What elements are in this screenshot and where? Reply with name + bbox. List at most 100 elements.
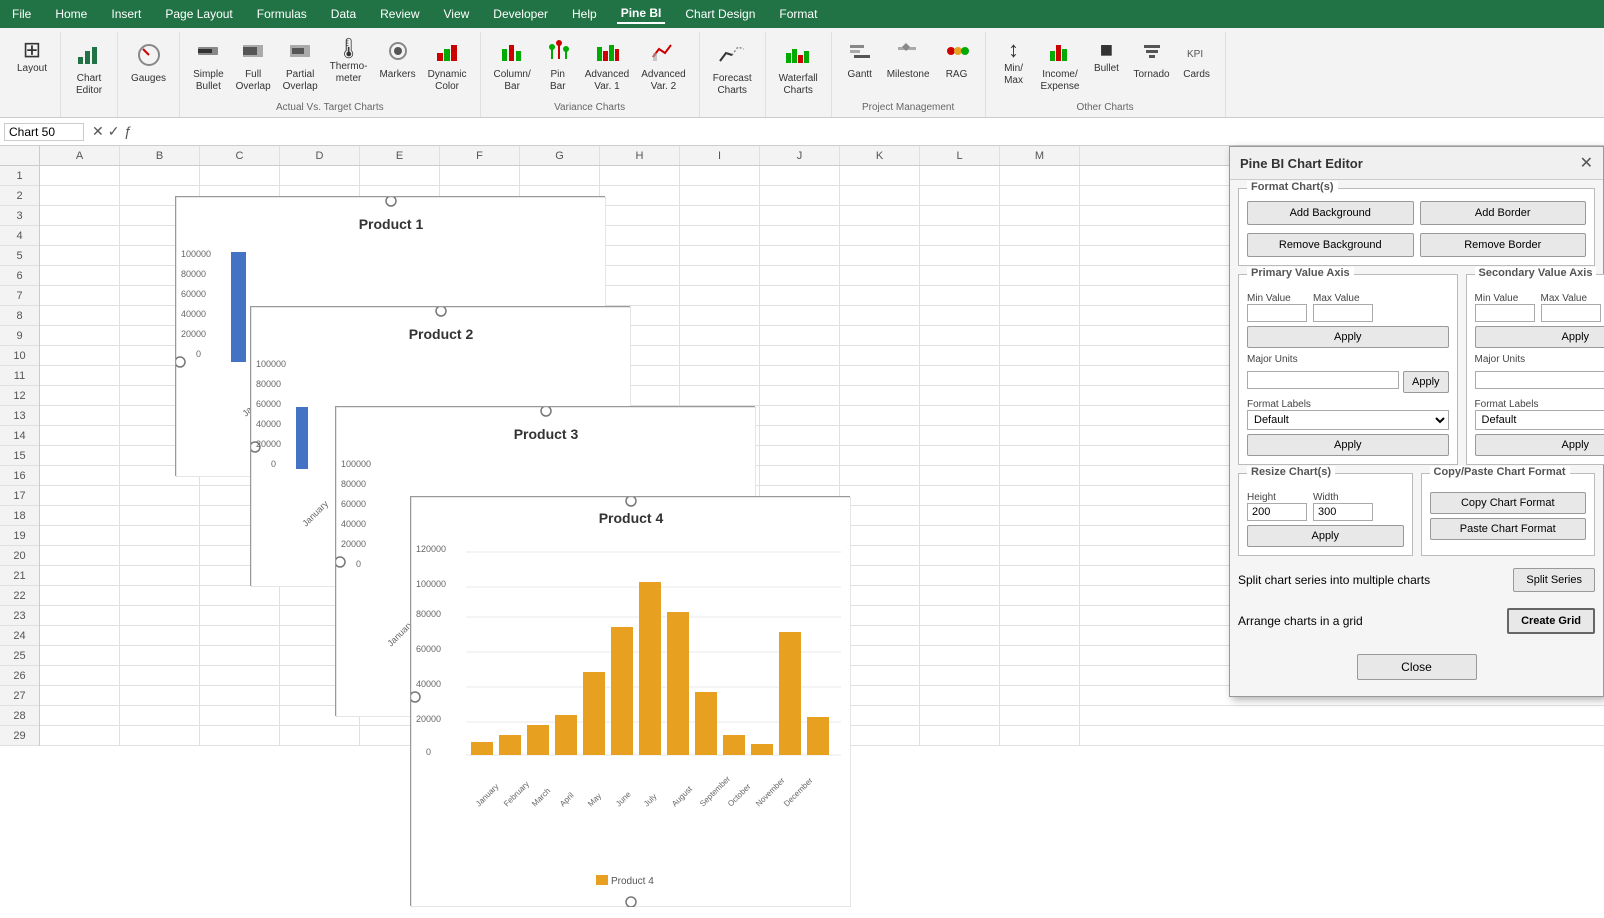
width-input[interactable]: 300 [1313,503,1373,521]
row-header-6[interactable]: 6 [0,266,39,286]
income-expense-btn[interactable]: Income/Expense [1036,36,1085,96]
row-header-7[interactable]: 7 [0,286,39,306]
menu-file[interactable]: File [8,5,35,23]
col-M[interactable]: M [1000,146,1080,165]
cell-28-12[interactable] [1000,706,1080,725]
cell-9-12[interactable] [1000,326,1080,345]
row-header-29[interactable]: 29 [0,726,39,746]
cell-6-12[interactable] [1000,266,1080,285]
primary-max-input[interactable] [1313,304,1373,322]
cell-3-12[interactable] [1000,206,1080,225]
cell-1-12[interactable] [1000,166,1080,185]
row-header-1[interactable]: 1 [0,166,39,186]
resize-apply-btn[interactable]: Apply [1247,525,1404,547]
add-border-btn[interactable]: Add Border [1420,201,1587,225]
col-F[interactable]: F [440,146,520,165]
row-header-28[interactable]: 28 [0,706,39,726]
row-header-16[interactable]: 16 [0,466,39,486]
cell-7-12[interactable] [1000,286,1080,305]
advanced-var1-btn[interactable]: AdvancedVar. 1 [580,36,634,96]
col-G[interactable]: G [520,146,600,165]
cards-btn[interactable]: KPI Cards [1177,36,1217,84]
cell-1-5[interactable] [440,166,520,185]
row-header-26[interactable]: 26 [0,666,39,686]
row-header-13[interactable]: 13 [0,406,39,426]
cell-1-3[interactable] [280,166,360,185]
row-header-25[interactable]: 25 [0,646,39,666]
cell-5-12[interactable] [1000,246,1080,265]
bullet-btn[interactable]: ■ Bullet [1086,36,1126,78]
cell-27-12[interactable] [1000,686,1080,705]
row-header-5[interactable]: 5 [0,246,39,266]
cell-18-12[interactable] [1000,506,1080,525]
cell-12-12[interactable] [1000,386,1080,405]
column-bar-btn[interactable]: Column/Bar [489,36,536,96]
col-L[interactable]: L [920,146,1000,165]
function-icon[interactable]: ƒ [123,123,131,140]
full-overlap-btn[interactable]: FullOverlap [231,36,276,96]
advanced-var2-btn[interactable]: AdvancedVar. 2 [636,36,690,96]
split-series-btn[interactable]: Split Series [1513,568,1595,592]
row-header-12[interactable]: 12 [0,386,39,406]
primary-min-input[interactable] [1247,304,1307,322]
cell-21-12[interactable] [1000,566,1080,585]
secondary-format-labels-select[interactable]: Default [1475,410,1604,430]
markers-btn[interactable]: Markers [374,36,420,84]
row-header-21[interactable]: 21 [0,566,39,586]
layout-btn[interactable]: ⊞ Layout [12,36,52,78]
menu-insert[interactable]: Insert [107,5,145,23]
cell-17-12[interactable] [1000,486,1080,505]
menu-data[interactable]: Data [327,5,360,23]
height-input[interactable]: 200 [1247,503,1307,521]
row-header-10[interactable]: 10 [0,346,39,366]
gantt-btn[interactable]: Gantt [840,36,880,84]
remove-border-btn[interactable]: Remove Border [1420,233,1587,257]
row-header-8[interactable]: 8 [0,306,39,326]
col-H[interactable]: H [600,146,680,165]
forecast-btn[interactable]: ForecastCharts [708,36,757,100]
cell-20-12[interactable] [1000,546,1080,565]
cell-16-12[interactable] [1000,466,1080,485]
primary-format-labels-select[interactable]: Default [1247,410,1449,430]
row-header-14[interactable]: 14 [0,426,39,446]
cell-1-0[interactable] [40,166,120,185]
menu-view[interactable]: View [440,5,474,23]
cell-23-12[interactable] [1000,606,1080,625]
dynamic-color-btn[interactable]: DynamicColor [423,36,472,96]
col-J[interactable]: J [760,146,840,165]
formula-input[interactable] [135,125,1604,139]
cancel-icon[interactable]: ✕ [92,123,104,140]
waterfall-btn[interactable]: WaterfallCharts [774,36,823,100]
cell-1-4[interactable] [360,166,440,185]
remove-background-btn[interactable]: Remove Background [1247,233,1414,257]
cell-1-2[interactable] [200,166,280,185]
menu-format[interactable]: Format [775,5,821,23]
menu-home[interactable]: Home [51,5,91,23]
row-header-17[interactable]: 17 [0,486,39,506]
pin-bar-btn[interactable]: PinBar [538,36,578,96]
cell-1-9[interactable] [760,166,840,185]
row-header-2[interactable]: 2 [0,186,39,206]
col-K[interactable]: K [840,146,920,165]
row-header-15[interactable]: 15 [0,446,39,466]
cell-24-12[interactable] [1000,626,1080,645]
cell-29-12[interactable] [1000,726,1080,745]
row-header-27[interactable]: 27 [0,686,39,706]
cell-14-12[interactable] [1000,426,1080,445]
menu-page-layout[interactable]: Page Layout [161,5,236,23]
cell-1-8[interactable] [680,166,760,185]
col-I[interactable]: I [680,146,760,165]
partial-overlap-btn[interactable]: PartialOverlap [278,36,323,96]
cell-25-12[interactable] [1000,646,1080,665]
primary-apply-btn-2[interactable]: Apply [1403,371,1449,393]
col-A[interactable]: A [40,146,120,165]
primary-apply-btn-1[interactable]: Apply [1247,326,1449,348]
cell-19-12[interactable] [1000,526,1080,545]
cell-10-12[interactable] [1000,346,1080,365]
row-header-23[interactable]: 23 [0,606,39,626]
cell-26-12[interactable] [1000,666,1080,685]
copy-chart-format-btn[interactable]: Copy Chart Format [1430,492,1587,514]
col-D[interactable]: D [280,146,360,165]
chart4[interactable]: Product 4 120000 100000 80000 60000 4000… [410,496,850,906]
menu-pine-bi[interactable]: Pine BI [617,4,666,24]
